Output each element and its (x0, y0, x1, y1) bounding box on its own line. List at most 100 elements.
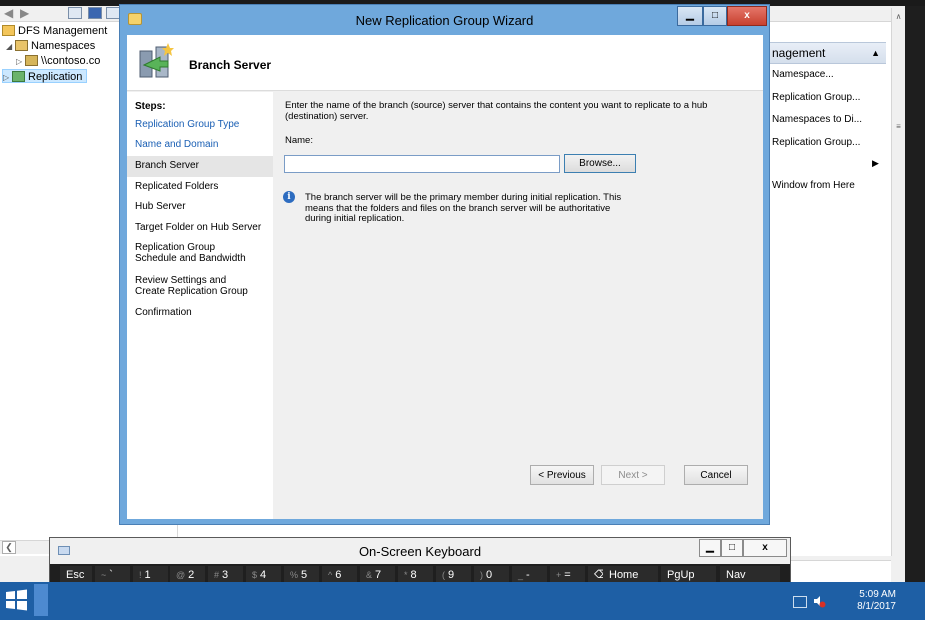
osk-key-label: 6 (335, 569, 342, 581)
dfs-folder-icon (2, 25, 15, 36)
submenu-arrow-icon[interactable]: ▶ (872, 158, 879, 169)
vertical-scrollbar[interactable]: ∧ ≡ ∨ (891, 8, 905, 582)
instruction-text: Enter the name of the branch (source) se… (285, 100, 708, 122)
osk-key-label: = (564, 569, 571, 581)
tree-item-namespaces[interactable]: ◢ Namespaces (6, 39, 95, 53)
action-new-namespace[interactable]: Namespace... (772, 69, 834, 80)
osk-key-shift-label: _ (518, 570, 524, 580)
next-button[interactable]: Next > (601, 465, 665, 485)
forward-arrow-icon[interactable]: ▶ (20, 6, 29, 20)
osk-key-label: Esc (66, 569, 85, 581)
step-confirmation: Confirmation (135, 307, 192, 318)
volume-muted-icon[interactable] (812, 594, 826, 608)
step-name-and-domain[interactable]: Name and Domain (127, 139, 273, 153)
back-arrow-icon[interactable]: ◀ (4, 6, 13, 20)
info-icon: i (283, 191, 295, 203)
name-label: Name: (285, 135, 313, 146)
replication-wizard-icon (139, 43, 174, 78)
osk-title: On-Screen Keyboard (358, 544, 482, 559)
osk-key-label: 7 (375, 569, 382, 581)
browse-button[interactable]: Browse... (564, 154, 636, 173)
maximize-button[interactable]: □ (703, 6, 727, 26)
osk-key-shift-label: + (556, 570, 562, 580)
osk-key-label: 4 (260, 569, 267, 581)
osk-minimize-button[interactable]: ▁ (699, 539, 721, 557)
expand-icon[interactable]: ▷ (3, 71, 12, 85)
tree-item-dfs-management[interactable]: DFS Management (2, 24, 107, 38)
close-button[interactable]: x (727, 6, 767, 26)
osk-key-shift-label: % (290, 570, 299, 580)
properties-icon[interactable] (88, 7, 102, 19)
osk-key-shift-label: ! (139, 570, 142, 580)
namespaces-icon (15, 40, 28, 51)
expand-icon[interactable]: ▷ (16, 55, 25, 69)
actions-pane: nagement ▲ Namespace... Replication Grou… (770, 42, 892, 194)
collapse-caret-icon[interactable]: ▲ (871, 43, 880, 63)
taskbar-clock[interactable]: 5:09 AM 8/1/2017 (836, 589, 896, 613)
info-text: The branch server will be the primary me… (305, 192, 622, 224)
action-new-replication-group[interactable]: Replication Group... (772, 92, 860, 103)
osk-key-label: 8 (410, 569, 417, 581)
wizard-steps-panel: Steps: Replication Group Type Name and D… (127, 92, 273, 519)
step-review-settings: Review Settings and Create Replication G… (135, 275, 248, 297)
taskbar: 5:09 AM 8/1/2017 (0, 582, 925, 620)
wizard-page-content: Enter the name of the branch (source) se… (279, 92, 763, 519)
scroll-up-button[interactable]: ∧ (892, 10, 905, 24)
osk-maximize-button[interactable]: □ (721, 539, 743, 557)
osk-titlebar[interactable]: On-Screen Keyboard ▁ □ x (50, 538, 790, 564)
minimize-button[interactable]: ▁ (677, 6, 703, 26)
clock-time: 5:09 AM (859, 589, 896, 600)
osk-key-shift-label: # (214, 570, 220, 580)
step-schedule-bandwidth: Replication Group Schedule and Bandwidth (135, 242, 246, 264)
tree-item-namespace-contoso[interactable]: ▷ \\contoso.co (16, 54, 100, 68)
actions-header[interactable]: nagement ▲ (770, 42, 886, 64)
osk-key-label: ` (109, 569, 113, 581)
start-windows-icon[interactable] (2, 586, 30, 614)
osk-key-label: Home (609, 569, 639, 581)
step-replicated-folders: Replicated Folders (135, 181, 219, 192)
action-add-replication-group[interactable]: Replication Group... (772, 137, 860, 148)
osk-key-label: Nav (726, 569, 746, 581)
taskbar-app-button[interactable] (34, 584, 48, 616)
wizard-title: New Replication Group Wizard (355, 13, 534, 28)
osk-key-shift-label: ^ (328, 570, 333, 580)
step-target-folder: Target Folder on Hub Server (135, 222, 262, 233)
osk-key-label: 3 (222, 569, 229, 581)
steps-title: Steps: (135, 101, 166, 112)
osk-key-label: 1 (144, 569, 151, 581)
osk-key-label: - (526, 569, 530, 581)
tree-item-replication[interactable]: ▷ Replication (2, 69, 88, 85)
branch-server-name-input[interactable] (284, 155, 560, 173)
step-hub-server: Hub Server (135, 201, 186, 212)
osk-key-label: 2 (188, 569, 195, 581)
wizard-client-area: Branch Server Steps: Replication Group T… (127, 35, 763, 519)
wizard-page-heading: Branch Server (189, 58, 272, 72)
scroll-thumb-grip-icon[interactable]: ≡ (892, 120, 905, 134)
cancel-button[interactable]: Cancel (684, 465, 748, 485)
replication-wizard-dialog: New Replication Group Wizard ▁ □ x Branc… (119, 4, 770, 525)
action-add-namespaces[interactable]: Namespaces to Di... (772, 114, 862, 125)
action-new-window[interactable]: Window from Here (772, 180, 855, 191)
osk-key-label: PgUp (667, 569, 695, 581)
osk-key-shift-label: ~ (101, 570, 107, 580)
namespace-icon (25, 55, 38, 66)
console-tree-icon[interactable] (68, 7, 82, 19)
osk-close-button[interactable]: x (743, 539, 787, 557)
osk-key-label: 5 (301, 569, 308, 581)
scroll-left-button[interactable]: ❮ (2, 541, 16, 554)
osk-key-shift-label: $ (252, 570, 258, 580)
replication-icon (12, 71, 25, 82)
step-replication-group-type[interactable]: Replication Group Type (127, 119, 273, 133)
osk-key-shift-label: ( (442, 570, 445, 580)
help-icon[interactable] (106, 7, 120, 19)
osk-key-shift-label: @ (176, 570, 186, 580)
clock-date: 8/1/2017 (857, 601, 896, 612)
previous-button[interactable]: < Previous (530, 465, 594, 485)
network-tray-icon[interactable] (793, 596, 807, 608)
osk-key-label: 0 (486, 569, 493, 581)
collapse-icon[interactable]: ◢ (6, 40, 15, 54)
osk-key-shift-label: & (366, 570, 373, 580)
screen-right-edge (905, 6, 925, 582)
wizard-titlebar[interactable]: New Replication Group Wizard ▁ □ x (120, 5, 769, 35)
osk-key-label: 9 (448, 569, 455, 581)
